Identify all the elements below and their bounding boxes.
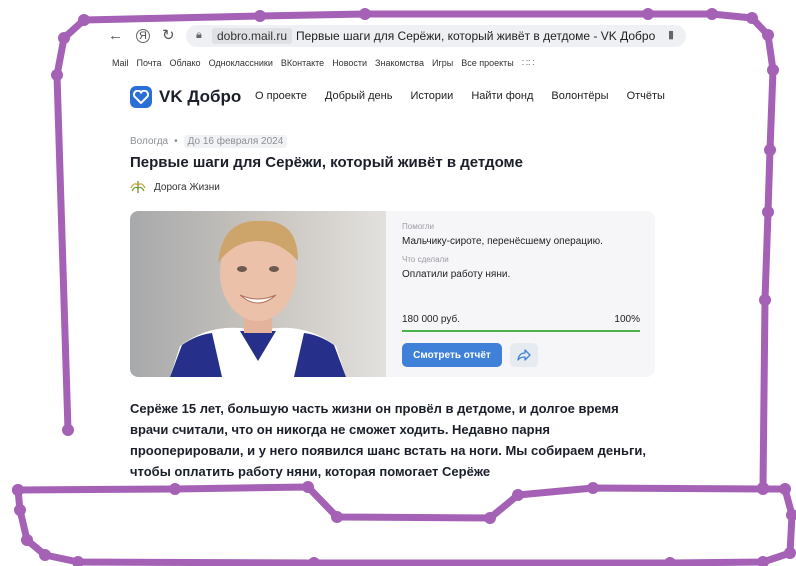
outline-vertex (484, 512, 496, 524)
yandex-icon[interactable]: Я (136, 29, 150, 43)
outline-vertex (706, 8, 718, 20)
outline-vertex (331, 511, 343, 523)
outline-vertex (587, 482, 599, 494)
project-photo (130, 211, 386, 377)
vk-dobro-logo-icon (130, 86, 152, 108)
view-report-button[interactable]: Смотреть отчёт (402, 343, 502, 367)
bookmarks-bar: Mail Почта Облако Одноклассники ВКонтакт… (112, 56, 534, 70)
back-arrow-icon[interactable]: ← (108, 27, 123, 45)
site-logo[interactable]: VK Добро (130, 86, 241, 108)
helped-text: Мальчику-сироте, перенёсшему операцию. (402, 236, 603, 247)
bookmark-all-projects[interactable]: Все проекты (461, 58, 514, 68)
browser-toolbar: ← Я ↻ 🔒︎ dobro.mail.ru Первые шаги для С… (100, 24, 692, 50)
nav-volunteers[interactable]: Волонтёры (551, 90, 608, 102)
outline-vertex (254, 10, 266, 22)
outline-vertex (786, 509, 796, 521)
share-button[interactable] (510, 343, 538, 367)
nav-find-fund[interactable]: Найти фонд (471, 90, 533, 102)
progress-bar (402, 330, 640, 332)
done-text: Оплатили работу няни. (402, 269, 511, 280)
helped-label: Помогли (402, 222, 435, 231)
collected-percent: 100% (614, 314, 640, 325)
outline-vertex (759, 294, 771, 306)
bookmark-novosti[interactable]: Новости (332, 58, 367, 68)
outline-vertex (58, 32, 70, 44)
outline-vertex (512, 489, 524, 501)
outline-vertex (62, 424, 74, 436)
outline-vertex (12, 484, 24, 496)
nav-about[interactable]: О проекте (255, 90, 307, 102)
outline-vertex (757, 482, 769, 494)
outline-vertex (767, 64, 779, 76)
bookmark-oblako[interactable]: Облако (170, 58, 201, 68)
outline-vertex (14, 504, 26, 516)
page-title-in-omnibox: Первые шаги для Серёжи, который живёт в … (296, 29, 656, 43)
bookmark-vkontakte[interactable]: ВКонтакте (281, 58, 324, 68)
logo-text: VK Добро (159, 87, 242, 106)
outline-vertex (51, 69, 63, 81)
nav-reports[interactable]: Отчёты (627, 90, 665, 102)
bookmark-igry[interactable]: Игры (432, 58, 453, 68)
city: Вологда (130, 136, 169, 147)
domain-chip: dobro.mail.ru (212, 28, 293, 44)
outline-vertex (302, 481, 314, 493)
grid-icon[interactable]: ∷∷ (522, 58, 535, 69)
lock-icon: 🔒︎ (196, 29, 202, 41)
outline-lower-stroke (14, 483, 796, 566)
organization[interactable]: Дорога Жизни (130, 179, 220, 195)
done-label: Что сделали (402, 255, 449, 264)
collected-amount: 180 000 руб. (402, 314, 460, 325)
main-nav: О проекте Добрый день Истории Найти фонд… (255, 90, 665, 102)
outline-vertex (12, 484, 24, 496)
project-info: Помогли Мальчику-сироте, перенёсшему опе… (402, 211, 640, 377)
outline-vertex (757, 556, 769, 566)
organization-name: Дорога Жизни (154, 181, 220, 193)
project-card: Помогли Мальчику-сироте, перенёсшему опе… (130, 211, 655, 377)
deadline: До 16 февраля 2024 (183, 135, 288, 148)
page-title: Первые шаги для Серёжи, который живёт в … (130, 154, 523, 171)
nav-stories[interactable]: Истории (410, 90, 453, 102)
nav-good-day[interactable]: Добрый день (325, 90, 393, 102)
outline-vertex (642, 8, 654, 20)
bookmark-znakomstva[interactable]: Знакомства (375, 58, 424, 68)
story-text: Серёже 15 лет, большую часть жизни он пр… (130, 401, 647, 479)
outline-vertex (784, 547, 796, 559)
outline-vertex (762, 206, 774, 218)
outline-vertex (39, 549, 51, 561)
outline-vertex (764, 144, 776, 156)
outline-vertex (757, 483, 769, 495)
outline-vertex (308, 557, 320, 566)
outline-vertex (664, 557, 676, 566)
share-icon (517, 349, 531, 361)
outline-vertex (72, 556, 84, 566)
outline-vertex (359, 8, 371, 20)
bookmark-mail[interactable]: Mail (112, 58, 129, 68)
outline-vertex (746, 12, 758, 24)
organization-logo-icon (130, 181, 146, 193)
reload-icon[interactable]: ↻ (162, 27, 175, 45)
outline-vertex (779, 483, 791, 495)
outline-vertex (169, 483, 181, 495)
bookmark-icon[interactable]: ▮ (668, 28, 674, 41)
bookmark-odnoklassniki[interactable]: Одноклассники (209, 58, 273, 68)
outline-vertex (78, 14, 90, 26)
article-meta: Вологда • До 16 февраля 2024 (130, 135, 288, 148)
outline-vertex (762, 29, 774, 41)
progress-fill (402, 330, 640, 332)
outline-vertex (21, 534, 33, 546)
address-bar[interactable]: 🔒︎ dobro.mail.ru Первые шаги для Серёжи,… (186, 25, 686, 47)
bookmark-pochta[interactable]: Почта (137, 58, 162, 68)
